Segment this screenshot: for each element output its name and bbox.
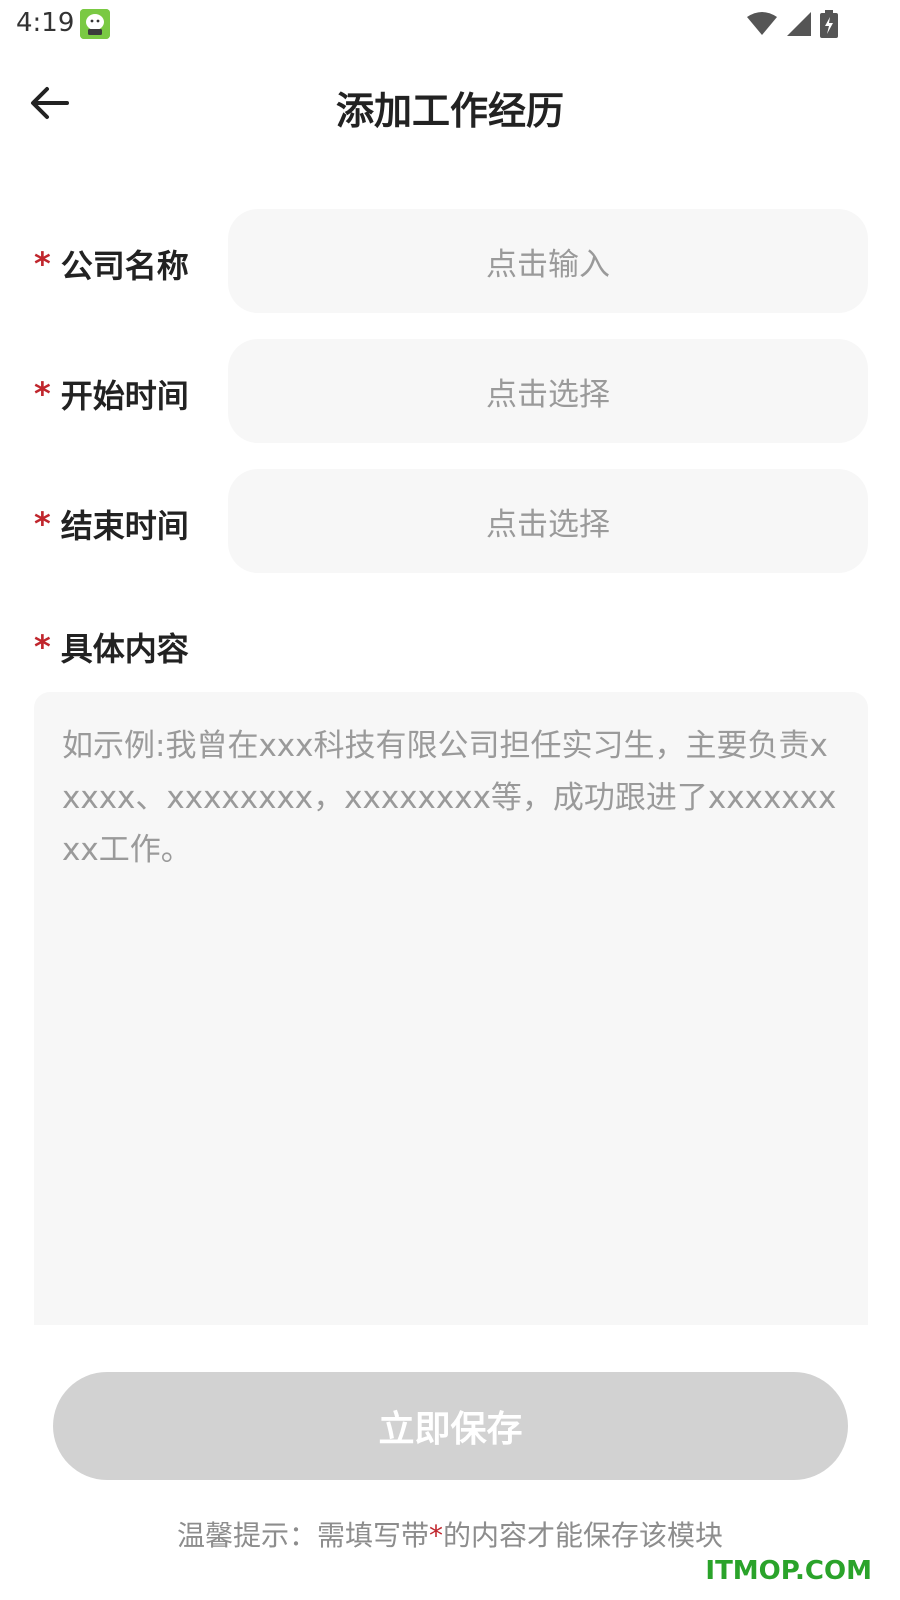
required-mark: * — [34, 628, 51, 666]
end-time-label: * 结束时间 — [34, 505, 189, 545]
tip-text: 温馨提示：需填写带*的内容才能保存该模块 — [176, 1519, 724, 1552]
battery-charging-icon — [820, 10, 838, 42]
tip-required-mark: * — [429, 1519, 443, 1552]
app-notification-icon — [80, 9, 110, 39]
content-textarea[interactable]: 如示例:我曾在xxx科技有限公司担任实习生，主要负责xxxxx、xxxxxxxx… — [34, 692, 868, 1325]
company-name-row: * 公司名称 点击输入 — [0, 209, 900, 313]
save-button[interactable]: 立即保存 — [53, 1372, 848, 1480]
end-time-row: * 结束时间 点击选择 — [0, 469, 900, 573]
status-bar: 4:19 — [0, 0, 900, 50]
required-mark: * — [34, 375, 51, 413]
required-mark: * — [34, 245, 51, 283]
company-name-label: * 公司名称 — [34, 245, 189, 285]
start-time-row: * 开始时间 点击选择 — [0, 339, 900, 443]
wifi-icon — [746, 11, 778, 41]
watermark: ITMOP.COM — [705, 1556, 872, 1586]
page-title: 添加工作经历 — [335, 89, 564, 133]
start-time-picker[interactable]: 点击选择 — [228, 339, 868, 443]
end-time-picker[interactable]: 点击选择 — [228, 469, 868, 573]
signal-icon — [786, 11, 812, 41]
company-name-input[interactable]: 点击输入 — [228, 209, 868, 313]
start-time-label: * 开始时间 — [34, 375, 189, 415]
status-time: 4:19 — [16, 8, 75, 38]
nav-bar: 添加工作经历 — [0, 60, 900, 150]
content-label: * 具体内容 — [34, 628, 189, 668]
required-mark: * — [34, 505, 51, 543]
